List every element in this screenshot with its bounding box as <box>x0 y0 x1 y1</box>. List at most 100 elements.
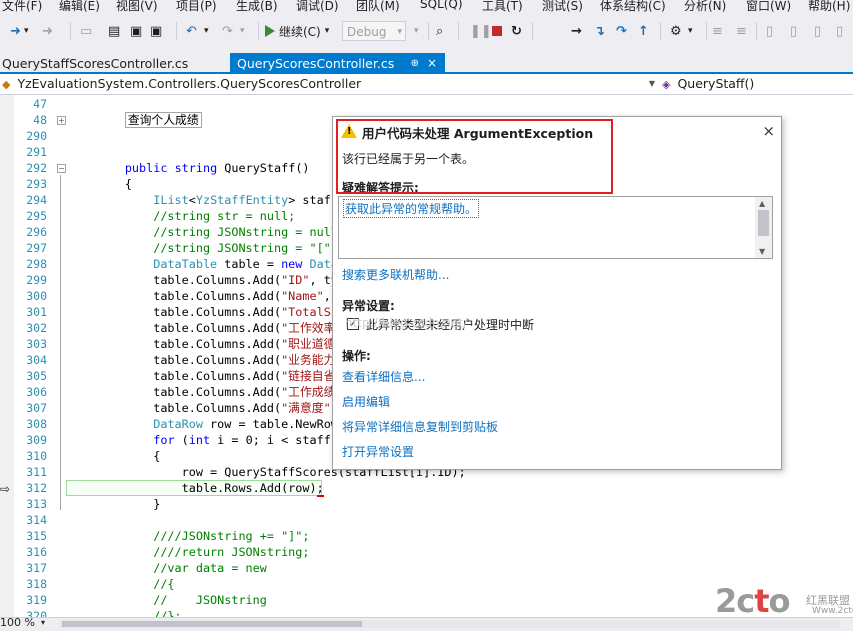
code-text: table.Columns.Add("满意度" <box>68 401 331 415</box>
step-over-icon[interactable]: ↷ <box>616 22 627 40</box>
menu-window[interactable]: 窗口(W) <box>746 0 791 14</box>
menu-help[interactable]: 帮助(H) <box>808 0 850 14</box>
close-icon[interactable]: × <box>427 53 437 74</box>
back-dropdown-icon[interactable]: ▾ <box>24 22 29 40</box>
restart-icon[interactable]: ↻ <box>511 22 522 40</box>
troubleshooting-tips-list: 获取此异常的常规帮助。 ▲ ▼ <box>338 196 773 259</box>
new-project-icon[interactable]: ▭ <box>80 22 92 40</box>
menu-build[interactable]: 生成(B) <box>236 0 278 14</box>
menu-test[interactable]: 测试(S) <box>542 0 583 14</box>
menu-view[interactable]: 视图(V) <box>116 0 158 14</box>
continue-button[interactable]: 继续(C) ▾ <box>265 22 329 40</box>
general-help-link[interactable]: 获取此异常的常规帮助。 <box>343 199 480 218</box>
prev-bookmark-icon[interactable]: ▯ <box>790 22 797 40</box>
member-dropdown-value: QueryStaff() <box>677 76 755 91</box>
exception-message: 该行已经属于另一个表。 <box>342 152 475 166</box>
toolbar: ➜ ▾ ➜ ▭ ▤ ▣ ▣ ↶ ▾ ↷ ▾ 继续(C) ▾ Debug ▾ ▾ … <box>0 14 853 49</box>
pin-icon[interactable]: ⊕ <box>411 53 419 74</box>
line-number: 47 <box>33 97 47 111</box>
code-text: { <box>68 177 132 191</box>
redo-icon[interactable]: ↷ <box>222 22 233 40</box>
solution-config-select[interactable]: Debug ▾ <box>342 21 406 41</box>
code-line[interactable]: 317 //var data = new <box>0 560 853 576</box>
code-text: // JSONstring <box>68 593 267 607</box>
tab-querystaffscorescontroller[interactable]: QueryStaffScoresController.cs <box>0 53 230 74</box>
show-next-statement-icon[interactable]: → <box>571 22 582 40</box>
line-number: 298 <box>26 257 47 271</box>
undo-icon[interactable]: ↶ <box>186 22 197 40</box>
view-detail-link[interactable]: 查看详细信息... <box>342 368 425 385</box>
toolbar-separator <box>258 22 259 40</box>
code-line[interactable]: 315 ////JSONstring += "]"; <box>0 528 853 544</box>
code-text: 查询个人成绩 <box>68 112 202 128</box>
chevron-down-icon[interactable]: ▾ <box>41 618 45 627</box>
toolbar-separator <box>532 22 533 40</box>
stop-debugging-icon[interactable] <box>492 22 502 40</box>
step-into-icon[interactable]: ↴ <box>594 22 605 40</box>
toolbar-separator <box>176 22 177 40</box>
member-dropdown[interactable]: ◈ QueryStaff() <box>662 76 852 92</box>
code-line[interactable]: 313 } <box>0 496 853 512</box>
exception-title: 用户代码未处理 ArgumentException <box>362 126 594 141</box>
scroll-down-icon[interactable]: ▼ <box>759 247 765 256</box>
comment-out-icon[interactable]: ≡ <box>712 22 723 40</box>
menu-analyze[interactable]: 分析(N) <box>684 0 726 14</box>
scroll-thumb[interactable] <box>758 210 769 236</box>
clear-bookmarks-icon[interactable]: ▯ <box>836 22 843 40</box>
code-text: //string JSONstring = "[" <box>68 241 331 255</box>
scroll-thumb[interactable] <box>62 621 362 627</box>
menu-file[interactable]: 文件(F) <box>2 0 42 14</box>
hex-display-icon[interactable]: ⚙ <box>670 22 682 40</box>
uncomment-icon[interactable]: ≡ <box>736 22 747 40</box>
tab-queryscorescontroller[interactable]: QueryScoresController.cs ⊕ × <box>230 53 445 74</box>
line-number: 313 <box>26 497 47 511</box>
threads-dropdown-icon[interactable]: ▾ <box>688 22 693 40</box>
code-text: IList<YzStaffEntity> staffList <box>153 193 367 207</box>
tips-scrollbar[interactable]: ▲ ▼ <box>755 197 772 258</box>
type-dropdown[interactable]: ◆ YzEvaluationSystem.Controllers.QuerySc… <box>2 76 657 92</box>
code-line[interactable]: 316 ////return JSONstring; <box>0 544 853 560</box>
next-bookmark-icon[interactable]: ▯ <box>814 22 821 40</box>
forward-icon[interactable]: ➜ <box>42 22 53 40</box>
tab-label: QueryScoresController.cs <box>237 56 395 71</box>
code-line[interactable]: 47 <box>0 96 853 112</box>
toolbar-separator <box>756 22 757 40</box>
code-line[interactable]: 314 <box>0 512 853 528</box>
redo-dropdown-icon[interactable]: ▾ <box>240 22 245 40</box>
menu-tools[interactable]: 工具(T) <box>482 0 523 14</box>
undo-dropdown-icon[interactable]: ▾ <box>204 22 209 40</box>
bookmark-icon[interactable]: ▯ <box>766 22 773 40</box>
menu-project[interactable]: 项目(P) <box>176 0 217 14</box>
back-icon[interactable]: ➜ <box>10 22 21 40</box>
copy-exception-detail-link[interactable]: 将异常详细信息复制到剪贴板 <box>342 418 498 435</box>
fold-guide <box>60 175 61 510</box>
save-icon[interactable]: ▣ <box>130 22 142 40</box>
open-file-icon[interactable]: ▤ <box>108 22 120 40</box>
menu-sql[interactable]: SQL(Q) <box>420 0 463 11</box>
expand-icon[interactable]: + <box>57 116 66 125</box>
step-out-icon[interactable]: ↑ <box>638 22 649 40</box>
save-all-icon[interactable]: ▣ <box>150 22 162 40</box>
horizontal-scrollbar[interactable] <box>60 620 840 628</box>
search-online-help-link[interactable]: 搜索更多联机帮助... <box>342 266 449 283</box>
code-text: //string JSONstring = null; <box>68 225 345 239</box>
close-icon[interactable]: × <box>762 122 775 140</box>
menu-team[interactable]: 团队(M) <box>356 0 400 14</box>
zoom-level[interactable]: 100 % <box>0 616 35 629</box>
code-text: for (int i = 0; i < staffLi <box>153 433 346 447</box>
open-exception-settings-link[interactable]: 打开异常设置 <box>342 443 414 460</box>
code-text: //string str = null; <box>68 209 296 223</box>
enable-editing-link[interactable]: 启用编辑 <box>342 393 390 410</box>
collapse-icon[interactable]: − <box>57 164 66 173</box>
warning-mark: ! <box>347 126 352 137</box>
code-text: { <box>68 449 161 463</box>
menu-architecture[interactable]: 体系结构(C) <box>600 0 666 14</box>
chevron-down-icon: ▼ <box>648 79 655 88</box>
break-all-icon[interactable]: ❚❚ <box>470 22 492 40</box>
menu-edit[interactable]: 编辑(E) <box>59 0 100 14</box>
find-in-files-icon[interactable]: ⌕ <box>436 22 443 40</box>
scroll-up-icon[interactable]: ▲ <box>759 199 765 208</box>
platform-dropdown-icon[interactable]: ▾ <box>414 22 419 40</box>
code-line[interactable]: ⇨ 312 table.Rows.Add(row); <box>0 480 853 497</box>
menu-debug[interactable]: 调试(D) <box>296 0 339 14</box>
